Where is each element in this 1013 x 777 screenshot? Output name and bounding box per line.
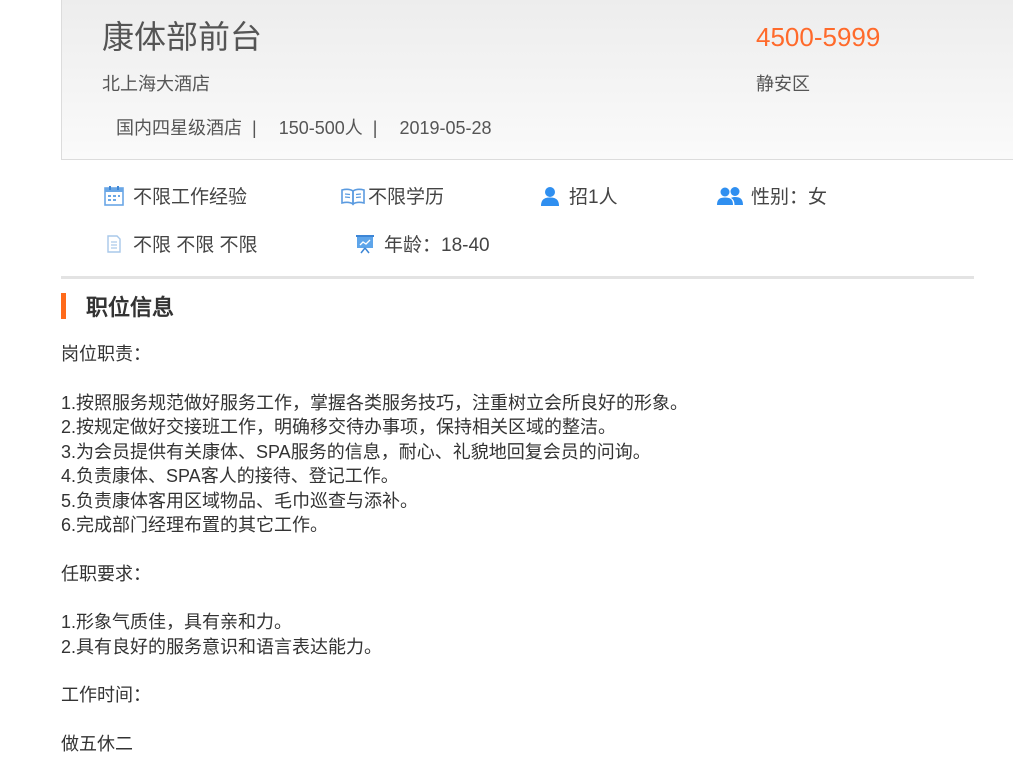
duty-item: 1.按照服务规范做好服务工作，掌握各类服务技巧，注重树立会所良好的形象。 [61, 392, 689, 413]
duty-item: 6.完成部门经理布置的其它工作。 [61, 515, 329, 535]
education-requirement: 不限学历 [340, 182, 444, 209]
education-label: 不限学历 [368, 187, 445, 208]
headcount-requirement: 招1人 [537, 182, 618, 209]
open-book-icon [340, 184, 366, 208]
duties-heading: 岗位职责： [61, 344, 151, 364]
document-icon [101, 232, 127, 256]
hotel-type: 国内四星级酒店 [116, 118, 242, 138]
experience-requirement: 不限工作经验 [101, 182, 247, 209]
post-date: 2019-05-28 [399, 118, 492, 138]
headcount-label: 招1人 [569, 187, 618, 208]
duty-item: 5.负责康体客用区域物品、毛巾巡查与添补。 [61, 490, 419, 511]
job-detail-page: 康体部前台 北上海大酒店 国内四星级酒店 | 150-500人 | 2019-05-28… [0, 0, 1013, 777]
two-people-icon [715, 184, 745, 208]
misc-requirement: 不限 不限 不限 [101, 230, 258, 257]
duty-item: 2.按规定做好交接班工作，明确移交待办事项，保持相关区域的整洁。 [61, 417, 617, 437]
age-requirement: 年龄：18-40 [352, 230, 490, 257]
meta-separator: | [372, 118, 378, 138]
company-size: 150-500人 [278, 118, 363, 138]
duty-item: 4.负责康体、SPA客人的接待、登记工作。 [61, 466, 399, 486]
gender-requirement: 性别：女 [715, 182, 827, 209]
qualification-item: 1.形象气质佳，具有亲和力。 [61, 612, 293, 632]
meta-separator: | [252, 118, 257, 138]
section-divider [61, 276, 974, 279]
section-accent-bar [61, 293, 66, 319]
job-title: 康体部前台 [102, 19, 263, 55]
presentation-board-icon [352, 232, 378, 256]
gender-label: 性别：女 [751, 187, 828, 208]
experience-label: 不限工作经验 [133, 187, 248, 208]
qualification-item: 2.具有良好的服务意识和语言表达能力。 [61, 636, 383, 657]
district: 静安区 [756, 74, 810, 94]
hours-heading: 工作时间： [61, 685, 151, 705]
section-title-text: 职位信息 [86, 295, 175, 320]
duty-item: 3.为会员提供有关康体、SPA服务的信息，耐心、礼貌地回复会员的问询。 [61, 441, 651, 462]
misc-label: 不限 不限 不限 [133, 235, 258, 256]
section-title: 职位信息 [61, 292, 174, 320]
calendar-icon [101, 184, 127, 208]
company-name[interactable]: 北上海大酒店 [102, 70, 210, 96]
job-description: 岗位职责： 1.按照服务规范做好服务工作，掌握各类服务技巧，注重树立会所良好的形… [61, 342, 1001, 756]
age-label: 年龄：18-40 [384, 235, 490, 256]
qualifications-heading: 任职要求： [61, 563, 151, 584]
job-header: 康体部前台 北上海大酒店 国内四星级酒店 | 150-500人 | 2019-05-28… [61, 0, 1013, 160]
company-meta: 国内四星级酒店 | 150-500人 | 2019-05-28 [116, 114, 492, 140]
working-hours: 做五休二 [61, 733, 133, 754]
person-icon [537, 184, 563, 208]
salary: 4500-5999 [756, 22, 881, 52]
